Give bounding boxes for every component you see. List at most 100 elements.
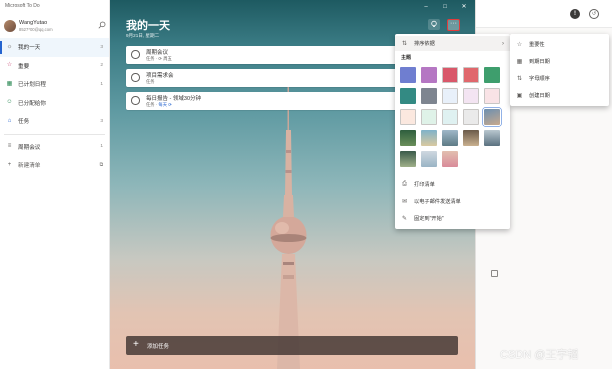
profile-email: 8527*00@qq.com: [19, 27, 53, 32]
sort-submenu: ☆ 重要性 ▦ 到期日期 ⇅ 字母顺序 ▣ 创建日期: [510, 34, 609, 106]
menu-item-sort[interactable]: ⇅ 排序依据 ›: [395, 36, 510, 51]
list-icon: ≡: [7, 143, 12, 150]
search-icon[interactable]: [98, 21, 106, 29]
theme-swatch-color[interactable]: [484, 88, 500, 104]
page-title: 我的一天: [126, 20, 170, 32]
chevron-right-icon: ›: [502, 40, 504, 47]
ellipsis-icon: ···: [450, 20, 457, 27]
sidebar-item-label: 已计划日程: [18, 82, 46, 89]
sort-alphabetically[interactable]: ⇅ 字母顺序: [510, 70, 609, 87]
sidebar-item-tasks[interactable]: ⌂ 任务 3: [0, 112, 109, 131]
list-options-menu: ⇅ 排序依据 › 主题 ⎙ 打印清单 ✉ 以电子邮件发送清单 ✎ 固定到"开始": [395, 34, 510, 229]
print-icon: ⎙: [402, 181, 407, 187]
theme-swatch-photo[interactable]: [400, 130, 416, 146]
task-title: 项目需求会: [146, 73, 174, 79]
note-icon[interactable]: [491, 270, 498, 277]
theme-swatch-photo[interactable]: [421, 130, 437, 146]
maximize-icon[interactable]: □: [440, 3, 450, 11]
history-icon[interactable]: ↺: [589, 9, 599, 19]
home-icon: ⌂: [7, 117, 12, 124]
theme-section-title: 主题: [401, 55, 412, 61]
sidebar-divider: [4, 133, 105, 135]
task-title: 周期会议: [146, 50, 169, 56]
sidebar-nav: ☼ 我的一天 3 ☆ 重要 2 ▦ 已计划日程 1 ☺ 已分配给你 ⌂ 任务 3…: [0, 38, 109, 175]
menu-item-print[interactable]: ⎙ 打印清单: [395, 177, 510, 192]
complete-checkbox[interactable]: [131, 50, 140, 59]
complete-checkbox[interactable]: [131, 73, 140, 82]
new-group-icon[interactable]: ⧉: [100, 162, 103, 168]
avatar[interactable]: [4, 20, 16, 32]
theme-swatch-color[interactable]: [400, 88, 416, 104]
lightbulb-icon: [431, 20, 437, 27]
new-list-label: 新建清单: [18, 163, 41, 170]
theme-swatch-photo[interactable]: [463, 130, 479, 146]
sort-by-due-date[interactable]: ▦ 到期日期: [510, 53, 609, 70]
sidebar-item-label: 重要: [18, 63, 30, 70]
menu-item-label: 以电子邮件发送清单: [414, 199, 461, 205]
repeat-icon: ⟳: [167, 102, 172, 107]
menu-item-label: 重要性: [529, 42, 545, 48]
menu-item-label: 到期日期: [529, 59, 550, 65]
theme-swatch-color[interactable]: [463, 67, 479, 83]
theme-swatch-photo[interactable]: [400, 151, 416, 167]
sidebar-item-count: 3: [100, 44, 103, 50]
sort-by-importance[interactable]: ☆ 重要性: [510, 36, 609, 53]
sidebar-item-label: 已分配给你: [18, 100, 46, 107]
theme-swatch-color[interactable]: [442, 88, 458, 104]
calendar-icon: ▦: [6, 80, 13, 87]
sidebar-item-my-day[interactable]: ☼ 我的一天 3: [0, 38, 109, 57]
theme-swatch-photo[interactable]: [442, 130, 458, 146]
star-icon: ☆: [516, 42, 523, 48]
sidebar-item-list[interactable]: ≡ 周期会议 1: [0, 138, 109, 157]
minimize-icon[interactable]: –: [421, 3, 431, 11]
sidebar: Microsoft To Do WangYutao 8527*00@qq.com…: [0, 0, 110, 369]
theme-swatch-photo[interactable]: [484, 130, 500, 146]
task-meta-list: 任务 ·: [146, 102, 159, 107]
new-list-button[interactable]: + 新建清单 ⧉: [0, 156, 109, 175]
more-options-button[interactable]: ···: [447, 19, 460, 31]
profile[interactable]: WangYutao 8527*00@qq.com: [4, 18, 107, 36]
theme-swatch-photo[interactable]: [421, 151, 437, 167]
sidebar-item-planned[interactable]: ▦ 已计划日程 1: [0, 75, 109, 94]
theme-swatch-color[interactable]: [463, 109, 479, 125]
menu-item-email[interactable]: ✉ 以电子邮件发送清单: [395, 194, 510, 209]
pin-icon: ✎: [401, 216, 408, 222]
watermark: CSDN @王宇韬: [500, 349, 579, 361]
suggestions-button[interactable]: [428, 19, 440, 30]
sidebar-item-count: 1: [100, 81, 103, 87]
info-icon[interactable]: !: [570, 9, 580, 19]
sidebar-item-assigned[interactable]: ☺ 已分配给你: [0, 94, 109, 113]
sidebar-item-label: 任务: [18, 119, 30, 126]
theme-swatch-color[interactable]: [421, 67, 437, 83]
complete-checkbox[interactable]: [131, 96, 140, 105]
theme-swatch-photo[interactable]: [442, 151, 458, 167]
theme-swatch-color[interactable]: [442, 109, 458, 125]
close-icon[interactable]: ✕: [459, 3, 469, 11]
theme-swatch-color[interactable]: [442, 67, 458, 83]
sidebar-item-label: 周期会议: [18, 144, 41, 151]
sidebar-item-important[interactable]: ☆ 重要 2: [0, 57, 109, 76]
calendar-add-icon: ▣: [516, 93, 523, 99]
star-icon: ☆: [6, 62, 13, 69]
task-meta: 任务: [146, 79, 155, 85]
theme-swatch-photo[interactable]: [483, 108, 501, 126]
menu-item-label: 字母顺序: [529, 76, 550, 82]
sun-icon: ☼: [6, 43, 13, 50]
theme-swatch-color[interactable]: [463, 88, 479, 104]
add-task-input[interactable]: + 添加任务: [126, 336, 458, 355]
task-title: 每日报告 - 领域30分钟: [146, 96, 202, 102]
theme-swatch-color[interactable]: [421, 109, 437, 125]
theme-swatch-color[interactable]: [400, 109, 416, 125]
theme-swatch-color[interactable]: [400, 67, 416, 83]
task-meta: 任务 · 每天 ⟳: [146, 102, 172, 108]
menu-item-label: 创建日期: [529, 93, 550, 99]
sort-icon: ⇅: [516, 76, 523, 82]
task-meta-due: 周五: [163, 56, 172, 61]
plus-icon: +: [133, 339, 139, 350]
profile-name: WangYutao: [19, 20, 48, 26]
theme-swatch-color[interactable]: [421, 88, 437, 104]
sort-by-creation-date[interactable]: ▣ 创建日期: [510, 87, 609, 104]
theme-swatch-color[interactable]: [484, 67, 500, 83]
menu-item-pin[interactable]: ✎ 固定到"开始": [395, 211, 510, 226]
sort-icon: ⇅: [401, 41, 408, 47]
